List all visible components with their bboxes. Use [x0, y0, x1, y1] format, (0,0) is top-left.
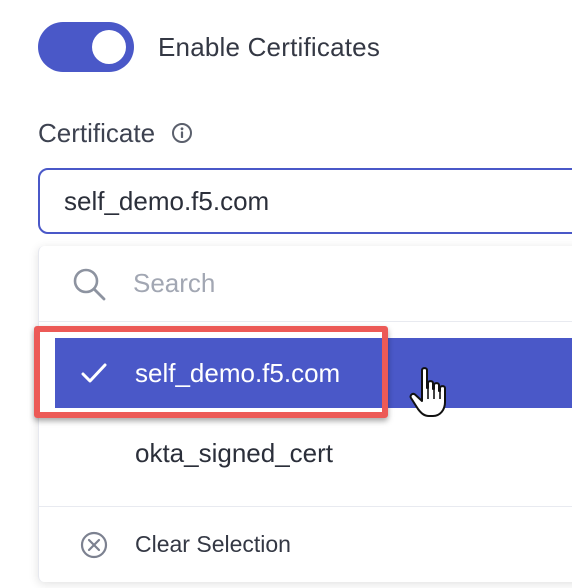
- certificate-select[interactable]: self_demo.f5.com: [38, 168, 572, 234]
- certificate-label-row: Certificate: [38, 114, 193, 152]
- clear-selection-label: Clear Selection: [135, 531, 291, 557]
- option-label: okta_signed_cert: [135, 437, 334, 468]
- enable-certificates-toggle[interactable]: [38, 22, 134, 72]
- dropdown-search-input[interactable]: [133, 268, 513, 299]
- enable-certificates-label: Enable Certificates: [158, 31, 381, 62]
- clear-selection-button[interactable]: Clear Selection: [39, 506, 572, 582]
- certificate-dropdown: self_demo.f5.com okta_signed_cert Clear …: [38, 246, 572, 582]
- search-icon: [71, 266, 107, 302]
- certificate-select-value: self_demo.f5.com: [64, 185, 270, 216]
- enable-certificates-row: Enable Certificates: [38, 22, 380, 72]
- option-okta-signed-cert[interactable]: okta_signed_cert: [55, 418, 572, 488]
- option-self-demo-f5[interactable]: self_demo.f5.com: [55, 338, 572, 408]
- certificate-label: Certificate: [38, 117, 156, 148]
- toggle-knob: [92, 30, 126, 64]
- clear-circle-icon: [79, 530, 109, 560]
- option-label: self_demo.f5.com: [135, 357, 341, 388]
- info-icon[interactable]: [171, 122, 193, 144]
- check-icon: [79, 358, 109, 388]
- dropdown-search-row: [39, 246, 572, 322]
